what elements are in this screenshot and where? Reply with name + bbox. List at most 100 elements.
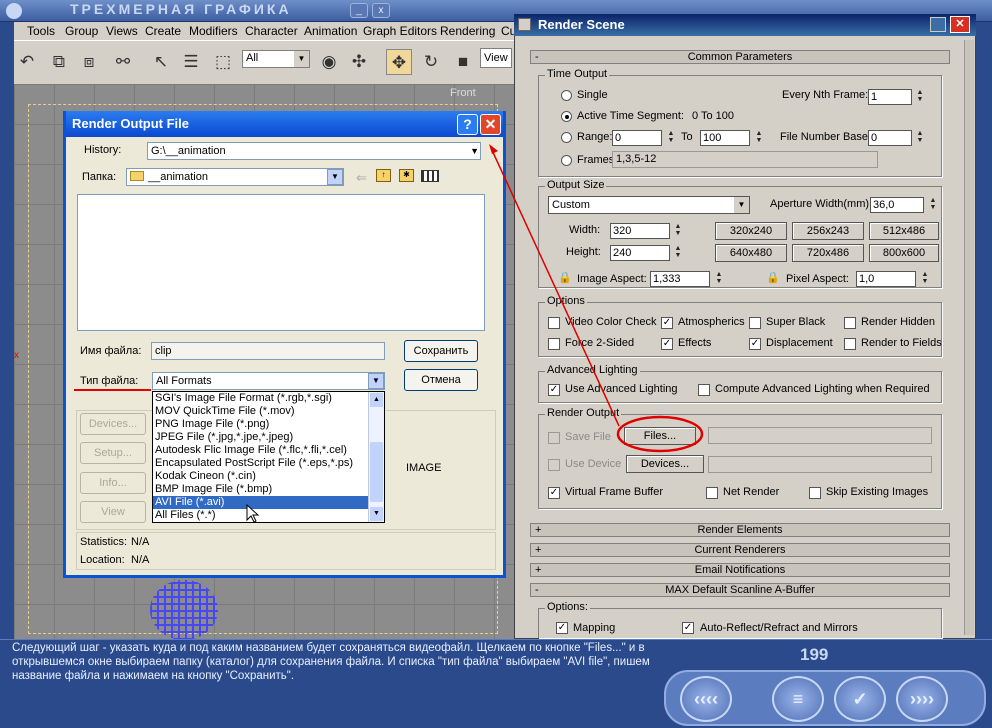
- lock-icon[interactable]: 🔒: [766, 272, 780, 284]
- bind-space-warp-icon[interactable]: ⚯: [110, 49, 136, 75]
- filetype-option[interactable]: AVI File (*.avi): [153, 496, 369, 509]
- width-field[interactable]: 320: [610, 223, 670, 239]
- spinner-icon[interactable]: ▲ ▼: [920, 271, 930, 287]
- active-segment-radio[interactable]: [561, 111, 572, 122]
- back-icon[interactable]: ⇐: [356, 170, 367, 186]
- help-icon[interactable]: ?: [457, 114, 478, 135]
- mapping-checkbox[interactable]: ✓: [556, 622, 568, 634]
- folder-dropdown[interactable]: __animation ▼: [126, 168, 344, 186]
- save-button[interactable]: Сохранить: [404, 340, 478, 362]
- new-folder-icon[interactable]: ✱: [399, 169, 414, 182]
- skip-existing-checkbox[interactable]: [809, 487, 821, 499]
- virtual-frame-buffer-checkbox[interactable]: ✓: [548, 487, 560, 499]
- filetype-dropdown[interactable]: All Formats ▼: [152, 372, 385, 390]
- menu-create[interactable]: Create: [145, 24, 181, 38]
- filetype-option[interactable]: MOV QuickTime File (*.mov): [153, 405, 369, 418]
- unlink-icon[interactable]: ⧈: [76, 49, 102, 75]
- view-button[interactable]: View: [80, 501, 146, 523]
- select-move-icon[interactable]: ✣: [346, 49, 372, 75]
- atmospherics-checkbox[interactable]: ✓: [661, 317, 673, 329]
- cancel-button[interactable]: Отмена: [404, 369, 478, 391]
- video-color-check-checkbox[interactable]: [548, 317, 560, 329]
- filetype-option[interactable]: JPEG File (*.jpg,*.jpe,*.jpeg): [153, 431, 369, 444]
- spinner-icon[interactable]: ▲ ▼: [928, 197, 938, 213]
- auto-reflect-checkbox[interactable]: ✓: [682, 622, 694, 634]
- spinner-icon[interactable]: ▲ ▼: [754, 130, 764, 146]
- effects-checkbox[interactable]: ✓: [661, 338, 673, 350]
- spinner-icon[interactable]: ▲ ▼: [673, 223, 683, 239]
- dialog-close-icon[interactable]: ✕: [480, 114, 501, 135]
- select-icon[interactable]: ↖: [148, 49, 174, 75]
- filetype-option[interactable]: Autodesk Flic Image File (*.flc,*.fli,*.…: [153, 444, 369, 457]
- info-button[interactable]: Info...: [80, 472, 146, 494]
- force-2sided-checkbox[interactable]: [548, 338, 560, 350]
- output-size-dropdown[interactable]: Custom ▼: [548, 196, 750, 214]
- rollout-render-elements[interactable]: + Render Elements: [530, 523, 950, 537]
- rollout-email-notifications[interactable]: + Email Notifications: [530, 563, 950, 577]
- preset-720x486-button[interactable]: 720x486: [792, 244, 864, 262]
- rollout-current-renderers[interactable]: + Current Renderers: [530, 543, 950, 557]
- menu-animation[interactable]: Animation: [304, 24, 357, 38]
- minimize-icon[interactable]: _: [350, 3, 368, 18]
- window-crossing-icon[interactable]: ◉: [316, 49, 342, 75]
- scroll-thumb[interactable]: [370, 442, 383, 502]
- height-field[interactable]: 240: [610, 245, 670, 261]
- menu-tools[interactable]: Tools: [27, 24, 55, 38]
- menu-group[interactable]: Group: [65, 24, 98, 38]
- spinner-icon[interactable]: ▲ ▼: [666, 130, 676, 146]
- output-file-path-field[interactable]: [708, 427, 932, 444]
- view-menu-icon[interactable]: [421, 170, 439, 182]
- menu-button[interactable]: ≡: [772, 676, 824, 722]
- history-dropdown[interactable]: G:\__animation ▼: [147, 142, 481, 160]
- render-to-fields-checkbox[interactable]: [844, 338, 856, 350]
- file-number-base-field[interactable]: 0: [868, 130, 912, 146]
- device-field[interactable]: [708, 456, 932, 473]
- chevron-down-icon[interactable]: ▼: [370, 507, 383, 521]
- rollout-common-parameters[interactable]: - Common Parameters: [530, 50, 950, 64]
- preset-320x240-button[interactable]: 320x240: [715, 222, 787, 240]
- menu-graph-editors[interactable]: Graph Editors: [363, 24, 437, 38]
- select-link-icon[interactable]: ⧉: [46, 49, 72, 75]
- menu-modifiers[interactable]: Modifiers: [189, 24, 238, 38]
- pixel-aspect-field[interactable]: 1,0: [856, 271, 916, 287]
- menu-views[interactable]: Views: [106, 24, 138, 38]
- rollout-scanline[interactable]: - MAX Default Scanline A-Buffer: [530, 583, 950, 597]
- rs-devices-button[interactable]: Devices...: [626, 455, 704, 473]
- filetype-option[interactable]: BMP Image File (*.bmp): [153, 483, 369, 496]
- filetype-option[interactable]: SGI's Image File Format (*.rgb,*.sgi): [153, 392, 369, 405]
- menu-rendering[interactable]: Rendering: [440, 24, 495, 38]
- filetype-option[interactable]: PNG Image File (*.png): [153, 418, 369, 431]
- use-device-checkbox[interactable]: [548, 459, 560, 471]
- chevron-up-icon[interactable]: ▲: [370, 393, 383, 407]
- preset-512x486-button[interactable]: 512x486: [869, 222, 939, 240]
- move-icon[interactable]: ✥: [386, 49, 412, 75]
- link-icon[interactable]: ↶: [14, 49, 40, 75]
- sphere-object[interactable]: [150, 580, 218, 640]
- frames-field[interactable]: 1,3,5-12: [612, 151, 878, 168]
- filetype-option[interactable]: All Files (*.*): [153, 509, 369, 522]
- selection-filter-dropdown[interactable]: All ▼: [242, 50, 310, 68]
- region-select-icon[interactable]: ⬚: [210, 49, 236, 75]
- lock-icon[interactable]: 🔒: [558, 272, 572, 284]
- devices-button[interactable]: Devices...: [80, 413, 146, 435]
- spinner-icon[interactable]: ▲ ▼: [915, 130, 925, 146]
- close-icon[interactable]: x: [372, 3, 390, 18]
- use-advanced-lighting-checkbox[interactable]: ✓: [548, 384, 560, 396]
- files-button[interactable]: Files...: [624, 427, 696, 445]
- single-radio[interactable]: [561, 90, 572, 101]
- range-from-field[interactable]: 0: [612, 130, 662, 146]
- filetype-option[interactable]: Kodak Cineon (*.cin): [153, 470, 369, 483]
- reference-coordinate-dropdown[interactable]: View: [480, 48, 512, 68]
- maximize-icon[interactable]: [930, 17, 946, 32]
- spinner-icon[interactable]: ▲ ▼: [714, 271, 724, 287]
- menu-character[interactable]: Character: [245, 24, 298, 38]
- aperture-field[interactable]: 36,0: [870, 197, 924, 213]
- compute-advanced-lighting-checkbox[interactable]: [698, 384, 710, 396]
- preset-256x243-button[interactable]: 256x243: [792, 222, 864, 240]
- viewport-label[interactable]: Front: [450, 87, 476, 99]
- rotate-icon[interactable]: ↻: [418, 49, 444, 75]
- preset-640x480-button[interactable]: 640x480: [715, 244, 787, 262]
- select-by-name-icon[interactable]: ☰: [178, 49, 204, 75]
- image-aspect-field[interactable]: 1,333: [650, 271, 710, 287]
- previous-page-button[interactable]: ‹‹‹‹: [680, 676, 732, 722]
